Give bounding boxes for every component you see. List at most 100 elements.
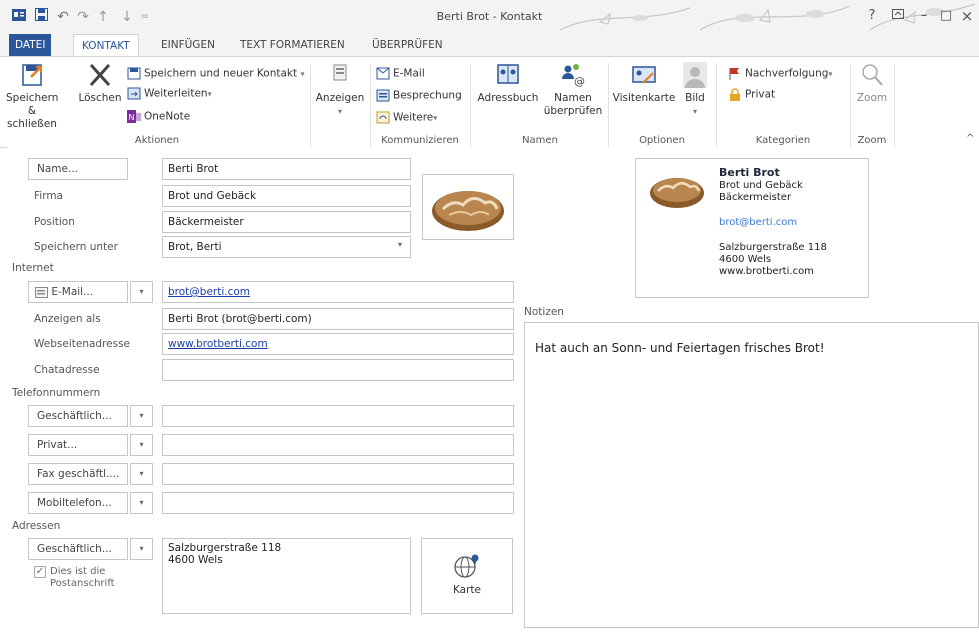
phone-mobile-field[interactable]	[162, 492, 514, 514]
phone-mobile-dropdown[interactable]: ▾	[130, 492, 153, 514]
web-field[interactable]: www.brotberti.com	[162, 333, 514, 355]
save-new-button[interactable]: Speichern und neuer Kontakt ▾	[127, 67, 304, 81]
mailing-address-checkbox[interactable]: ✓	[34, 566, 46, 578]
group-label-kommunizieren: Kommunizieren	[381, 135, 459, 146]
group-label-namen: Namen	[522, 135, 558, 146]
phone-home-dropdown[interactable]: ▾	[130, 434, 153, 456]
phone-home-field[interactable]	[162, 434, 514, 456]
delete-icon	[89, 63, 111, 87]
notes-field[interactable]: Hat auch an Sonn- und Feiertagen frische…	[524, 322, 979, 628]
more-label: Weitere	[393, 111, 434, 124]
phone-fax-field[interactable]	[162, 463, 514, 485]
tab-datei[interactable]: DATEI	[9, 34, 52, 56]
file-as-label: Speichern unter	[34, 241, 118, 253]
group-label-kategorien: Kategorien	[755, 135, 811, 146]
zoom-label: Zoom	[856, 92, 888, 104]
business-card-preview[interactable]: Berti Brot Brot und Gebäck Bäckermeister…	[635, 158, 869, 298]
tab-ueberpruefen[interactable]: ÜBERPRÜFEN	[364, 34, 451, 56]
address-field[interactable]: Salzburgerstraße 118 4600 Wels	[162, 538, 411, 614]
card-company: Brot und Gebäck	[719, 180, 803, 191]
ribbon: Speichern & schließen Löschen Speichern …	[0, 56, 979, 148]
close-button[interactable]: ×	[955, 6, 979, 26]
group-label-zoom: Zoom	[857, 135, 887, 146]
phone-mobile-button[interactable]: Mobiltelefon...	[28, 492, 128, 514]
tab-kontakt[interactable]: KONTAKT	[73, 34, 139, 57]
tab-einfuegen[interactable]: EINFÜGEN	[153, 34, 223, 56]
card-position: Bäckermeister	[719, 192, 792, 203]
picture-button[interactable]: Bild ▾	[678, 61, 712, 133]
ribbon-display-options-icon[interactable]	[886, 6, 910, 26]
bread-photo	[432, 191, 504, 231]
card-name: Berti Brot	[719, 166, 780, 179]
file-as-select[interactable]: Brot, Berti	[162, 236, 411, 258]
followup-button[interactable]: Nachverfolgung▾	[728, 67, 832, 81]
meeting-button[interactable]: Besprechung	[376, 89, 462, 103]
addressbook-button[interactable]: Adressbuch	[476, 61, 540, 131]
im-field[interactable]	[162, 359, 514, 381]
globe-icon	[454, 554, 479, 578]
phone-fax-button[interactable]: Fax geschäftl....	[28, 463, 128, 485]
save-close-icon	[22, 64, 42, 86]
save-close-button[interactable]: Speichern & schließen	[6, 61, 58, 131]
card-email: brot@berti.com	[719, 217, 798, 228]
meeting-icon	[376, 89, 390, 102]
contact-photo[interactable]	[422, 174, 514, 240]
name-field[interactable]: Berti Brot	[162, 158, 411, 180]
phone-home-button[interactable]: Privat...	[28, 434, 128, 456]
addressbook-icon	[497, 64, 519, 84]
forward-icon	[127, 87, 141, 100]
address-line-1: Salzburgerstraße 118	[168, 542, 282, 554]
name-button[interactable]: Name...	[28, 158, 128, 180]
private-button[interactable]: Privat	[728, 88, 775, 102]
zoom-icon	[862, 64, 883, 86]
tab-text-formatieren[interactable]: TEXT FORMATIEREN	[232, 34, 353, 56]
position-label: Position	[34, 216, 75, 228]
picture-icon	[683, 62, 707, 88]
email-dropdown[interactable]: ▾	[130, 281, 153, 303]
display-as-field[interactable]: Berti Brot (brot@berti.com)	[162, 308, 514, 330]
more-button[interactable]: Weitere▾	[376, 111, 437, 125]
group-label-optionen: Optionen	[639, 135, 685, 146]
onenote-button[interactable]: N OneNote	[127, 110, 190, 124]
show-label: Anzeigen	[315, 92, 365, 104]
address-dropdown[interactable]: ▾	[130, 538, 153, 560]
map-button[interactable]: Karte	[421, 538, 513, 614]
phone-business-dropdown[interactable]: ▾	[130, 405, 153, 427]
flag-icon	[729, 68, 739, 80]
phone-fax-dropdown[interactable]: ▾	[130, 463, 153, 485]
phone-business-button[interactable]: Geschäftlich...	[28, 405, 128, 427]
business-card-icon	[632, 66, 656, 84]
save-close-label-1: Speichern	[6, 92, 59, 104]
collapse-ribbon-icon[interactable]: ^	[966, 133, 974, 144]
chevron-down-icon: ▾	[300, 69, 305, 79]
company-field[interactable]: Brot und Gebäck	[162, 185, 411, 207]
help-button[interactable]: ?	[860, 6, 884, 26]
business-card-button[interactable]: Visitenkarte	[612, 61, 676, 131]
chevron-down-icon[interactable]: ▾	[398, 240, 402, 249]
delete-button[interactable]: Löschen	[74, 61, 126, 131]
minimize-button[interactable]: –	[912, 6, 936, 26]
email-card-icon	[35, 286, 48, 298]
web-link[interactable]: www.brotberti.com	[168, 338, 268, 350]
position-field[interactable]: Bäckermeister	[162, 211, 411, 233]
more-icon	[376, 111, 390, 124]
check-names-button[interactable]: @ Namen überprüfen	[540, 61, 606, 133]
email-label: E-Mail	[393, 67, 425, 80]
delete-label: Löschen	[78, 92, 122, 104]
company-label: Firma	[34, 190, 63, 202]
show-button[interactable]: Anzeigen ▾	[314, 61, 366, 131]
addressbook-label: Adressbuch	[477, 92, 539, 104]
chevron-down-icon: ▾	[207, 89, 212, 99]
lock-icon	[730, 88, 740, 101]
email-type-button[interactable]: E-Mail...	[28, 281, 128, 303]
check-names-label-1: Namen	[554, 92, 592, 104]
zoom-button[interactable]: Zoom	[852, 61, 892, 131]
group-label-aktionen: Aktionen	[134, 135, 180, 146]
forward-button[interactable]: Weiterleiten▾	[127, 87, 212, 101]
address-type-button[interactable]: Geschäftlich...	[28, 538, 128, 560]
email-button[interactable]: E-Mail	[376, 67, 425, 81]
notes-text: Hat auch an Sonn- und Feiertagen frische…	[535, 341, 825, 355]
phone-business-field[interactable]	[162, 405, 514, 427]
followup-label: Nachverfolgung	[745, 67, 829, 80]
email-field[interactable]: brot@berti.com	[162, 281, 514, 303]
